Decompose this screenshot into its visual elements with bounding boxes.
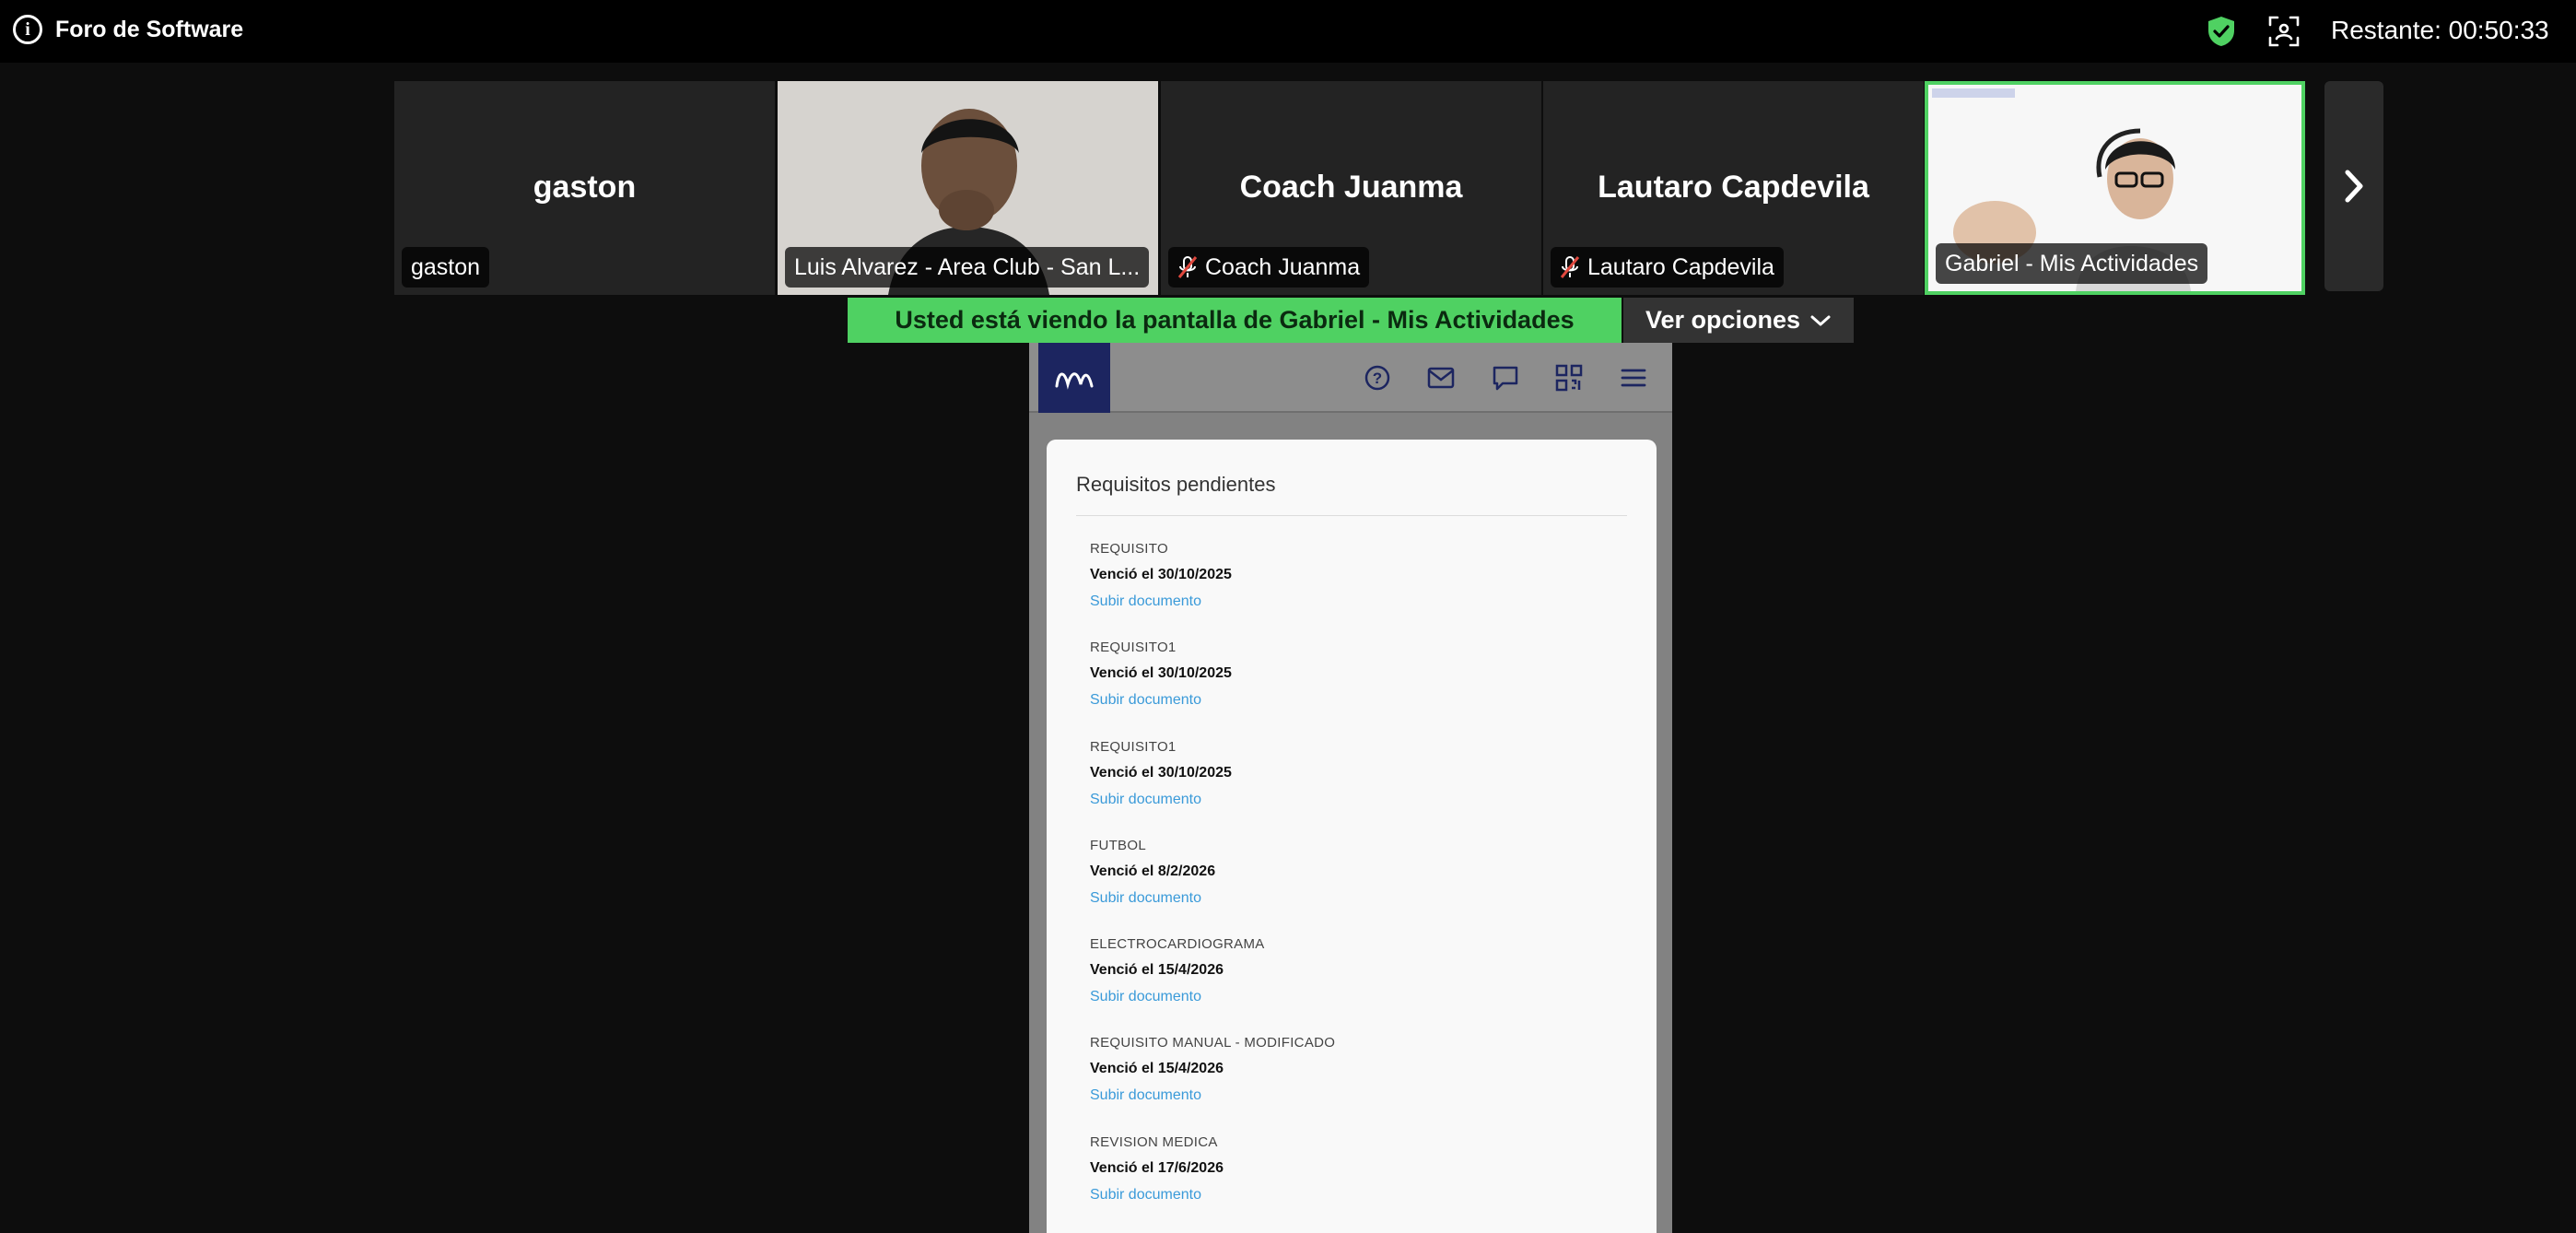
participant-tile-coach-juanma[interactable]: Coach Juanma Coach Juanma	[1161, 81, 1541, 295]
upload-document-link[interactable]: Subir documento	[1090, 593, 1201, 610]
time-remaining: Restante: 00:50:33	[2331, 16, 2549, 44]
requirement-item: ELECTROCARDIOGRAMA Venció el 15/4/2026 S…	[1090, 936, 1624, 1035]
requirement-item: REQUISITO Venció el 30/10/2025 Subir doc…	[1090, 541, 1624, 640]
help-icon[interactable]: ?	[1359, 359, 1396, 396]
requirement-due-date: Venció el 17/6/2026	[1090, 1159, 1224, 1176]
screen-share-banner: Usted está viendo la pantalla de Gabriel…	[848, 298, 1622, 343]
upload-document-link[interactable]: Subir documento	[1090, 890, 1201, 907]
chat-icon[interactable]	[1487, 359, 1524, 396]
participant-tile-luis[interactable]: Luis Alvarez - Area Club - San L...	[778, 81, 1158, 295]
requirement-name: REQUISITO MANUAL - MODIFICADO	[1090, 1035, 1336, 1051]
participant-label: Gabriel - Mis Actividades	[1945, 250, 2199, 276]
participant-name-tag: Lautaro Capdevila	[1551, 247, 1784, 288]
screen-share-text: Usted está viendo la pantalla de Gabriel…	[895, 306, 1575, 334]
top-bar: i Foro de Software Restante: 00:50:33	[0, 0, 2576, 63]
divider	[1076, 515, 1627, 516]
upload-document-link[interactable]: Subir documento	[1090, 989, 1201, 1005]
participant-name-tag: gaston	[402, 247, 490, 288]
mic-muted-icon	[1560, 256, 1580, 278]
participant-label: Coach Juanma	[1205, 253, 1361, 280]
requirement-name: REQUISITO1	[1090, 640, 1177, 656]
chevron-down-icon	[1810, 315, 1831, 325]
participant-tile-lautaro[interactable]: Lautaro Capdevila Lautaro Capdevila	[1543, 81, 1924, 295]
requirement-name: FUTBOL	[1090, 837, 1146, 853]
next-participants-button[interactable]	[2324, 81, 2383, 291]
view-options-button[interactable]: Ver opciones	[1623, 298, 1854, 343]
upload-document-link[interactable]: Subir documento	[1090, 792, 1201, 808]
svg-text:?: ?	[1373, 370, 1382, 387]
requirement-due-date: Venció el 30/10/2025	[1090, 665, 1232, 682]
fullscreen-icon[interactable]	[2267, 15, 2301, 53]
shield-check-icon[interactable]	[2206, 15, 2237, 53]
requirement-due-date: Venció el 30/10/2025	[1090, 764, 1232, 781]
participant-tile-gabriel[interactable]: Gabriel - Mis Actividades	[1925, 81, 2305, 295]
meeting-title-area: i Foro de Software	[13, 15, 243, 44]
view-options-label: Ver opciones	[1645, 306, 1801, 334]
info-icon[interactable]: i	[13, 15, 42, 44]
requirement-item: REQUISITO MANUAL - MODIFICADO Venció el …	[1090, 1035, 1624, 1133]
requirements-list: REQUISITO Venció el 30/10/2025 Subir doc…	[1090, 541, 1624, 1233]
upload-document-link[interactable]: Subir documento	[1090, 692, 1201, 709]
app-header: ?	[1029, 343, 1672, 413]
meeting-title: Foro de Software	[55, 16, 244, 42]
app-logo-icon[interactable]	[1038, 343, 1110, 413]
requirement-name: REQUISITO	[1090, 541, 1168, 557]
participant-big-name: Coach Juanma	[1239, 170, 1463, 205]
pending-requirements-card: Requisitos pendientes REQUISITO Venció e…	[1047, 440, 1657, 1233]
requirement-item: REVISION MEDICA Venció el 17/6/2026 Subi…	[1090, 1134, 1624, 1233]
requirement-due-date: Venció el 8/2/2026	[1090, 863, 1216, 879]
mail-icon[interactable]	[1423, 359, 1459, 396]
upload-document-link[interactable]: Subir documento	[1090, 1087, 1201, 1104]
qr-icon[interactable]	[1551, 359, 1587, 396]
upload-document-link[interactable]: Subir documento	[1090, 1187, 1201, 1204]
participant-name-tag: Luis Alvarez - Area Club - San L...	[785, 247, 1150, 288]
requirement-due-date: Venció el 15/4/2026	[1090, 1061, 1224, 1077]
participant-label: gaston	[411, 253, 481, 280]
requirement-name: ELECTROCARDIOGRAMA	[1090, 936, 1265, 953]
requirement-name: REVISION MEDICA	[1090, 1133, 1218, 1150]
requirement-item: REQUISITO1 Venció el 30/10/2025 Subir do…	[1090, 739, 1624, 838]
mic-muted-icon	[1177, 256, 1198, 278]
requirement-due-date: Venció el 15/4/2026	[1090, 962, 1224, 979]
participant-tile-gaston[interactable]: gaston gaston	[394, 81, 775, 295]
requirement-name: REQUISITO1	[1090, 738, 1177, 755]
participant-name-tag: Coach Juanma	[1168, 247, 1370, 288]
menu-icon[interactable]	[1615, 359, 1652, 396]
requirement-item: FUTBOL Venció el 8/2/2026 Subir document…	[1090, 838, 1624, 936]
participant-label: Luis Alvarez - Area Club - San L...	[794, 253, 1141, 280]
participant-big-name: gaston	[533, 170, 637, 205]
requirement-due-date: Venció el 30/10/2025	[1090, 567, 1232, 582]
participant-big-name: Lautaro Capdevila	[1598, 170, 1869, 205]
participant-name-tag: Gabriel - Mis Actividades	[1936, 243, 2208, 284]
shared-screen: ? Requisitos pendientes REQUISITO Venció…	[1029, 343, 1672, 1233]
chevron-right-icon	[2345, 170, 2363, 203]
participant-label: Lautaro Capdevila	[1587, 253, 1774, 280]
participant-strip: gaston gaston Luis Alvarez - Area Club -…	[394, 81, 2307, 295]
requirement-item: REQUISITO1 Venció el 30/10/2025 Subir do…	[1090, 640, 1624, 738]
card-title: Requisitos pendientes	[1076, 473, 1276, 496]
